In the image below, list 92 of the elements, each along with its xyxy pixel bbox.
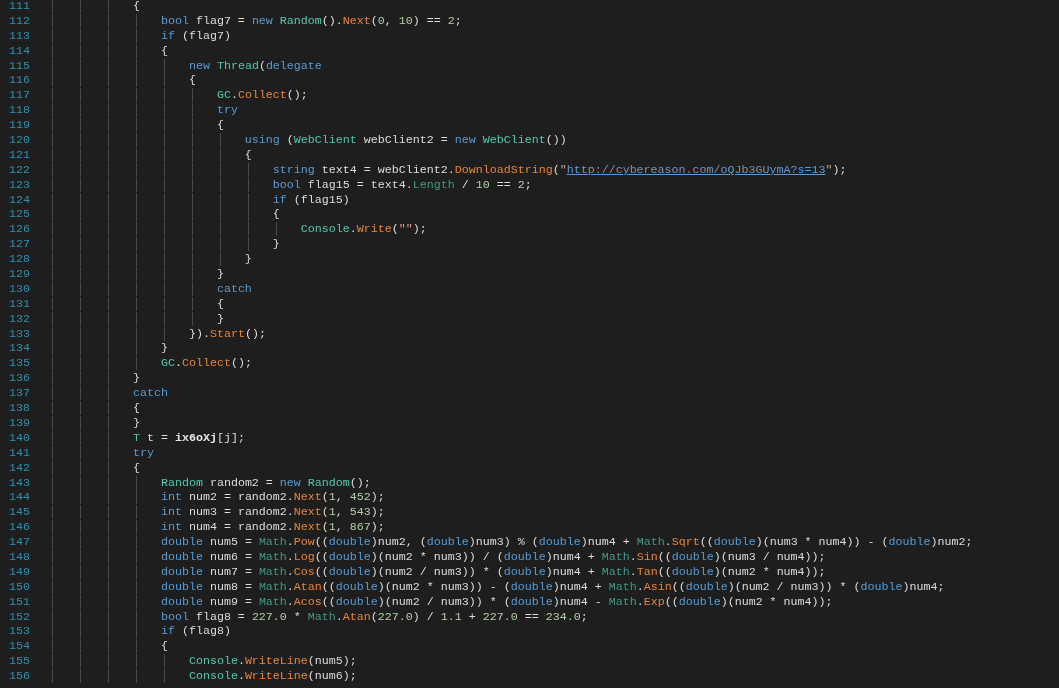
line-number: 111 bbox=[8, 0, 30, 14]
code-line: { bbox=[49, 0, 140, 14]
code-line: int num2 = random2.Next(1, 452); bbox=[49, 490, 385, 506]
line-number: 151 bbox=[8, 594, 30, 610]
code-line: try bbox=[49, 445, 154, 461]
code-line: double num7 = Math.Cos((double)(num2 / num3)) * (double)num4 + Math.Tan((double)(num2 * num4)); bbox=[49, 564, 826, 580]
code-line: catch bbox=[49, 386, 168, 402]
code-line: int num4 = random2.Next(1, 867); bbox=[49, 520, 385, 536]
line-number: 116 bbox=[8, 73, 30, 89]
code-line: if (flag15) bbox=[49, 192, 350, 208]
code-line: GC.Collect(); bbox=[49, 88, 308, 104]
line-number: 129 bbox=[8, 267, 30, 282]
line-number: 135 bbox=[8, 356, 30, 372]
code-line: { bbox=[49, 73, 196, 89]
line-number: 142 bbox=[8, 460, 30, 476]
code-line: }).Start(); bbox=[49, 326, 266, 342]
line-number: 113 bbox=[8, 28, 30, 44]
line-number: 136 bbox=[8, 371, 30, 387]
code-line: T t = ix6oXj[j]; bbox=[49, 430, 245, 446]
code-line: Random random2 = new Random(); bbox=[49, 475, 371, 491]
line-number: 152 bbox=[8, 609, 30, 625]
code-line: string text4 = webClient2.DownloadString("http://cybereason.com/oQJb3GUymA?s=13"); bbox=[49, 162, 847, 178]
line-number: 143 bbox=[8, 475, 30, 491]
code-line: bool flag15 = text4.Length / 10 == 2; bbox=[49, 177, 532, 193]
line-number: 122 bbox=[8, 162, 30, 178]
code-line: new Thread(delegate bbox=[49, 58, 322, 74]
line-number: 156 bbox=[8, 669, 30, 684]
line-number: 115 bbox=[8, 58, 30, 74]
code-line: } bbox=[49, 341, 168, 357]
line-number: 150 bbox=[8, 579, 30, 595]
line-number: 154 bbox=[8, 639, 30, 655]
code-line: } bbox=[49, 237, 280, 253]
code-line: { bbox=[49, 207, 280, 223]
line-number: 144 bbox=[8, 490, 30, 506]
code-line: double num6 = Math.Log((double)(num2 * num3)) / (double)num4 + Math.Sin((double)(num3 / num4)); bbox=[49, 549, 826, 565]
code-line: { bbox=[49, 43, 168, 59]
code-line: { bbox=[49, 118, 224, 133]
line-number: 149 bbox=[8, 564, 30, 580]
line-number: 121 bbox=[8, 147, 30, 163]
code-line: catch bbox=[49, 281, 252, 297]
line-number: 139 bbox=[8, 415, 30, 431]
code-line: } bbox=[49, 415, 140, 431]
line-number: 145 bbox=[8, 505, 30, 521]
code-line: GC.Collect(); bbox=[49, 356, 252, 372]
line-number: 119 bbox=[8, 118, 30, 133]
code-line: double num8 = Math.Atan((double)(num2 * num3)) - (double)num4 + Math.Asin((double)(num2 / num3)) * (double)num4; bbox=[49, 579, 945, 595]
code-line: { bbox=[49, 147, 252, 163]
code-line: { bbox=[49, 460, 140, 476]
line-number: 120 bbox=[8, 133, 30, 148]
line-number: 153 bbox=[8, 624, 30, 640]
line-number: 128 bbox=[8, 252, 30, 268]
code-line: { bbox=[49, 296, 224, 312]
code-line: Console.WriteLine(num6); bbox=[49, 669, 357, 684]
code-line: { bbox=[49, 639, 168, 655]
code-line: } bbox=[49, 311, 224, 327]
line-number: 133 bbox=[8, 326, 30, 342]
line-number: 138 bbox=[8, 401, 30, 416]
code-line: Console.Write(""); bbox=[49, 222, 427, 238]
code-line: Console.WriteLine(num5); bbox=[49, 654, 357, 670]
code-line: { bbox=[49, 401, 140, 416]
code-line: double num5 = Math.Pow((double)num2, (double)num3) % (double)num4 + Math.Sqrt((double)(num3 * num4)) - (double)num2; bbox=[49, 535, 973, 550]
line-number: 124 bbox=[8, 192, 30, 208]
line-number: 112 bbox=[8, 13, 30, 29]
line-number: 155 bbox=[8, 654, 30, 670]
line-number: 125 bbox=[8, 207, 30, 223]
code-line: try bbox=[49, 103, 238, 119]
line-number: 123 bbox=[8, 177, 30, 193]
line-number: 141 bbox=[8, 445, 30, 461]
line-number: 118 bbox=[8, 103, 30, 119]
line-number: 132 bbox=[8, 311, 30, 327]
code-line: bool flag7 = new Random().Next(0, 10) == 2; bbox=[49, 13, 462, 29]
code-line: } bbox=[49, 371, 140, 387]
code-line: using (WebClient webClient2 = new WebClient()) bbox=[49, 133, 567, 148]
code-line: if (flag8) bbox=[49, 624, 231, 640]
code-line: } bbox=[49, 252, 252, 268]
line-number: 114 bbox=[8, 43, 30, 59]
code-line: } bbox=[49, 267, 224, 282]
line-number: 127 bbox=[8, 237, 30, 253]
line-number: 146 bbox=[8, 520, 30, 536]
line-number: 134 bbox=[8, 341, 30, 357]
code-line: if (flag7) bbox=[49, 28, 231, 44]
line-number: 130 bbox=[8, 281, 30, 297]
line-number: 126 bbox=[8, 222, 30, 238]
line-number: 147 bbox=[8, 535, 30, 550]
line-number: 148 bbox=[8, 549, 30, 565]
line-number: 131 bbox=[8, 296, 30, 312]
line-number: 117 bbox=[8, 88, 30, 104]
code-line: bool flag8 = 227.0 * Math.Atan(227.0) / 1.1 + 227.0 == 234.0; bbox=[49, 609, 588, 625]
line-number: 137 bbox=[8, 386, 30, 402]
code-line: double num9 = Math.Acos((double)(num2 / num3)) * (double)num4 - Math.Exp((double)(num2 * num4)); bbox=[49, 594, 833, 610]
line-number: 140 bbox=[8, 430, 30, 446]
code-line: int num3 = random2.Next(1, 543); bbox=[49, 505, 385, 521]
